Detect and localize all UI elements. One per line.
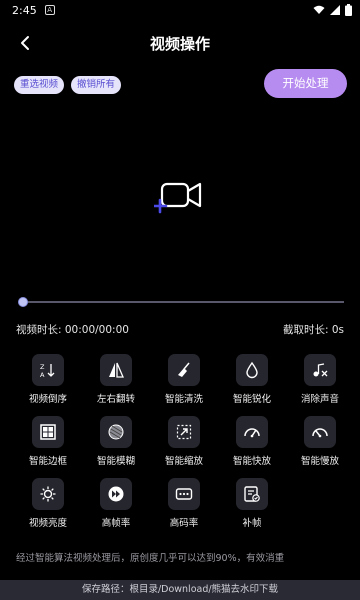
tool-label: 智能缩放 (164, 456, 203, 467)
signal-icon (330, 5, 340, 15)
reverse-sort-icon: ZA (32, 354, 64, 386)
svg-text:Z: Z (40, 363, 45, 371)
tool-reverse[interactable]: ZA 视频倒序 (14, 354, 82, 405)
tool-label: 补帧 (242, 518, 262, 529)
tool-label: 智能慢放 (300, 456, 339, 467)
battery-icon (345, 4, 352, 16)
time-row: 视频时长: 00:00/00:00 截取时长: 0s (16, 322, 344, 336)
speed-slow-icon (304, 416, 336, 448)
slider-thumb[interactable] (18, 297, 28, 307)
tool-label: 智能快放 (232, 456, 271, 467)
title-bar: 视频操作 (0, 26, 360, 60)
brightness-icon (32, 478, 64, 510)
tool-high-fps[interactable]: 高帧率 (82, 478, 150, 529)
tool-border[interactable]: 智能边框 (14, 416, 82, 467)
tool-label: 智能清洗 (164, 394, 203, 405)
tool-mute[interactable]: 消除声音 (286, 354, 354, 405)
speed-fast-icon (236, 416, 268, 448)
tool-label: 左右翻转 (96, 394, 135, 405)
status-time: 2:45 (12, 3, 37, 17)
slider-track (22, 301, 344, 303)
undo-all-button[interactable]: 撤销所有 (71, 76, 122, 94)
tool-label: 视频倒序 (28, 394, 67, 405)
tool-clean[interactable]: 智能清洗 (150, 354, 218, 405)
status-icons (313, 4, 352, 16)
mute-sound-icon (304, 354, 336, 386)
tool-scale[interactable]: 智能缩放 (150, 416, 218, 467)
scale-arrows-icon (168, 416, 200, 448)
start-processing-button[interactable]: 开始处理 (264, 69, 347, 98)
tool-label: 智能边框 (28, 456, 67, 467)
tool-high-bitrate[interactable]: 高码率 (150, 478, 218, 529)
save-path-footer: 保存路径：根目录/Download/熊猫去水印下载 (0, 580, 360, 600)
wifi-icon (313, 5, 325, 14)
tool-label: 消除声音 (300, 394, 339, 405)
crop-duration-text: 截取时长: 0s (282, 324, 344, 336)
tool-frame-fill[interactable]: 补帧 (218, 478, 286, 529)
add-video-icon (152, 182, 202, 214)
info-note: 经过智能算法视频处理后，原创度几乎可以达到90%，有效消重 (16, 553, 285, 564)
tool-label: 视频亮度 (28, 518, 67, 529)
notification-icon: A (44, 5, 55, 15)
tool-fast[interactable]: 智能快放 (218, 416, 286, 467)
page-title: 视频操作 (149, 35, 210, 53)
frame-fill-icon (236, 478, 268, 510)
broom-icon (168, 354, 200, 386)
svg-text:A: A (40, 371, 45, 379)
video-duration-text: 视频时长: 00:00/00:00 (16, 324, 129, 336)
add-video-area[interactable] (152, 180, 206, 214)
blur-icon (100, 416, 132, 448)
timeline-slider[interactable] (18, 296, 344, 308)
bitrate-icon (168, 478, 200, 510)
tool-label: 高帧率 (101, 518, 131, 529)
flip-horizontal-icon (100, 354, 132, 386)
tool-label: 高码率 (169, 518, 199, 529)
tool-slow[interactable]: 智能慢放 (286, 416, 354, 467)
droplet-icon (236, 354, 268, 386)
tool-label: 智能锐化 (232, 394, 271, 405)
tool-sharpen[interactable]: 智能锐化 (218, 354, 286, 405)
tool-flip[interactable]: 左右翻转 (82, 354, 150, 405)
frame-border-icon (32, 416, 64, 448)
tool-label: 智能模糊 (96, 456, 135, 467)
tool-brightness[interactable]: 视频亮度 (14, 478, 82, 529)
fast-forward-icon (100, 478, 132, 510)
tool-blur[interactable]: 智能模糊 (82, 416, 150, 467)
status-bar: 2:45 A (0, 0, 360, 20)
reselect-video-button[interactable]: 重选视频 (14, 76, 65, 94)
